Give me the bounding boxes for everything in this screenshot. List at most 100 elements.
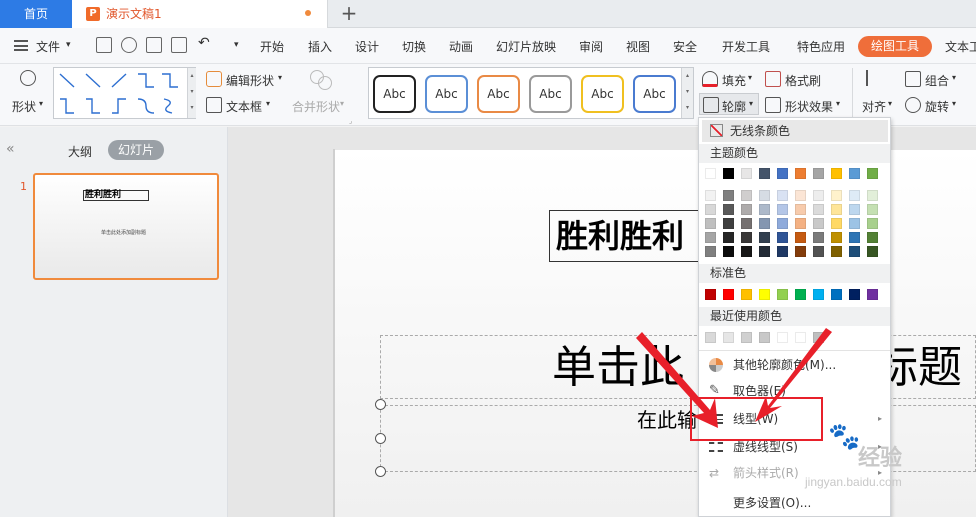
theme-shade-swatch[interactable] — [705, 190, 716, 201]
chevron-down-icon[interactable]: ▾ — [748, 73, 752, 82]
chevron-down-icon[interactable]: ▾ — [340, 99, 344, 108]
style-sample-3[interactable]: Abc — [477, 75, 520, 113]
menu-developer[interactable]: 开发工具 — [722, 38, 770, 55]
undo-icon[interactable]: ↶ — [198, 35, 210, 51]
theme-shade-swatch[interactable] — [723, 190, 734, 201]
chevron-down-icon[interactable]: ▾ — [888, 99, 892, 108]
theme-shade-swatch[interactable] — [723, 204, 734, 215]
theme-shade-swatch[interactable] — [831, 204, 842, 215]
theme-shade-swatch[interactable] — [813, 246, 824, 257]
theme-shade-swatch[interactable] — [813, 204, 824, 215]
theme-shade-swatch[interactable] — [759, 246, 770, 257]
style-sample-2[interactable]: Abc — [425, 75, 468, 113]
theme-shade-swatch[interactable] — [705, 204, 716, 215]
theme-shade-swatch[interactable] — [777, 190, 788, 201]
menu-security[interactable]: 安全 — [673, 38, 697, 55]
theme-shade-swatch[interactable] — [777, 232, 788, 243]
chevron-down-icon[interactable]: ▾ — [749, 99, 753, 108]
no-line-color-item[interactable]: 无线条颜色 — [702, 120, 888, 142]
theme-shade-swatch[interactable] — [867, 232, 878, 243]
theme-shade-swatch[interactable] — [813, 190, 824, 201]
resize-handle-left[interactable] — [375, 433, 386, 444]
theme-shade-swatch[interactable] — [831, 232, 842, 243]
dialog-launcher-icon[interactable]: ⌟ — [349, 117, 352, 125]
standard-color-swatch[interactable] — [705, 289, 716, 300]
standard-color-swatch[interactable] — [831, 289, 842, 300]
theme-shade-swatch[interactable] — [867, 246, 878, 257]
slide-title-textbox[interactable]: 胜利胜利 — [549, 210, 704, 262]
menu-design[interactable]: 设计 — [355, 38, 379, 55]
standard-color-swatch[interactable] — [849, 289, 860, 300]
collapse-panel-icon[interactable]: « — [6, 141, 15, 157]
shape-style-gallery[interactable]: Abc Abc Abc Abc Abc Abc — [368, 67, 694, 119]
hamburger-icon[interactable] — [14, 40, 28, 51]
save-icon[interactable] — [96, 37, 112, 53]
chevron-down-icon[interactable]: ▾ — [266, 99, 270, 108]
rotate-button[interactable]: 旋转 — [925, 98, 949, 115]
theme-shade-swatch[interactable] — [759, 218, 770, 229]
theme-shade-swatch[interactable] — [795, 218, 806, 229]
theme-shade-swatch[interactable] — [831, 190, 842, 201]
print-preview-icon[interactable] — [171, 37, 187, 53]
theme-shade-swatch[interactable] — [705, 232, 716, 243]
standard-color-swatch[interactable] — [723, 289, 734, 300]
merge-shape-button[interactable]: 合并形状 — [292, 98, 340, 115]
theme-shade-swatch[interactable] — [741, 232, 752, 243]
theme-shade-swatch[interactable] — [867, 218, 878, 229]
theme-shade-swatch[interactable] — [777, 218, 788, 229]
menu-insert[interactable]: 插入 — [308, 38, 332, 55]
document-tab[interactable]: P 演示文稿1 — [72, 0, 328, 28]
file-menu[interactable]: 文件 — [36, 38, 60, 55]
export-icon[interactable] — [121, 37, 137, 53]
standard-color-swatch[interactable] — [813, 289, 824, 300]
theme-color-swatch[interactable] — [759, 168, 770, 179]
standard-color-swatch[interactable] — [741, 289, 752, 300]
menu-review[interactable]: 审阅 — [579, 38, 603, 55]
theme-shade-swatch[interactable] — [759, 232, 770, 243]
theme-color-swatch[interactable] — [849, 168, 860, 179]
menu-view[interactable]: 视图 — [626, 38, 650, 55]
format-painter-button[interactable]: 格式刷 — [785, 72, 821, 89]
group-button[interactable]: 组合 — [925, 72, 949, 89]
theme-shade-swatch[interactable] — [849, 218, 860, 229]
theme-shade-swatch[interactable] — [723, 218, 734, 229]
chevron-down-icon[interactable]: ▾ — [952, 73, 956, 82]
theme-shade-swatch[interactable] — [813, 232, 824, 243]
slide-thumbnail[interactable]: 胜利胜利 单击此处添加副标题 — [33, 173, 219, 280]
style-sample-5[interactable]: Abc — [581, 75, 624, 113]
standard-color-swatch[interactable] — [777, 289, 788, 300]
theme-shade-swatch[interactable] — [777, 204, 788, 215]
menu-transition[interactable]: 切换 — [402, 38, 426, 55]
shape-button[interactable]: 形状 — [12, 98, 36, 115]
theme-shade-swatch[interactable] — [741, 246, 752, 257]
theme-shade-swatch[interactable] — [867, 204, 878, 215]
theme-color-swatch[interactable] — [831, 168, 842, 179]
style-sample-4[interactable]: Abc — [529, 75, 572, 113]
theme-shade-swatch[interactable] — [759, 190, 770, 201]
theme-shade-swatch[interactable] — [795, 204, 806, 215]
chevron-down-icon[interactable]: ▾ — [39, 99, 43, 108]
shape-gallery[interactable] — [53, 67, 196, 119]
shape-effect-button[interactable]: 形状效果 — [785, 98, 833, 115]
theme-shade-swatch[interactable] — [813, 218, 824, 229]
theme-shade-swatch[interactable] — [759, 204, 770, 215]
theme-color-swatch[interactable] — [813, 168, 824, 179]
print-icon[interactable] — [146, 37, 162, 53]
tab-outline[interactable]: 大纲 — [68, 143, 92, 160]
chevron-down-icon[interactable]: ▾ — [836, 99, 840, 108]
theme-shade-swatch[interactable] — [741, 204, 752, 215]
theme-shade-swatch[interactable] — [795, 190, 806, 201]
theme-color-swatch[interactable] — [723, 168, 734, 179]
theme-shade-swatch[interactable] — [777, 246, 788, 257]
theme-shade-swatch[interactable] — [849, 232, 860, 243]
theme-shade-swatch[interactable] — [849, 246, 860, 257]
theme-shade-swatch[interactable] — [723, 232, 734, 243]
theme-color-swatch[interactable] — [777, 168, 788, 179]
home-tab[interactable]: 首页 — [0, 0, 72, 28]
theme-shade-swatch[interactable] — [795, 232, 806, 243]
theme-shade-swatch[interactable] — [741, 218, 752, 229]
theme-shade-swatch[interactable] — [831, 218, 842, 229]
chevron-down-icon[interactable]: ▾ — [278, 73, 282, 82]
theme-shade-swatch[interactable] — [849, 190, 860, 201]
textbox-button[interactable]: 文本框 — [226, 98, 262, 115]
